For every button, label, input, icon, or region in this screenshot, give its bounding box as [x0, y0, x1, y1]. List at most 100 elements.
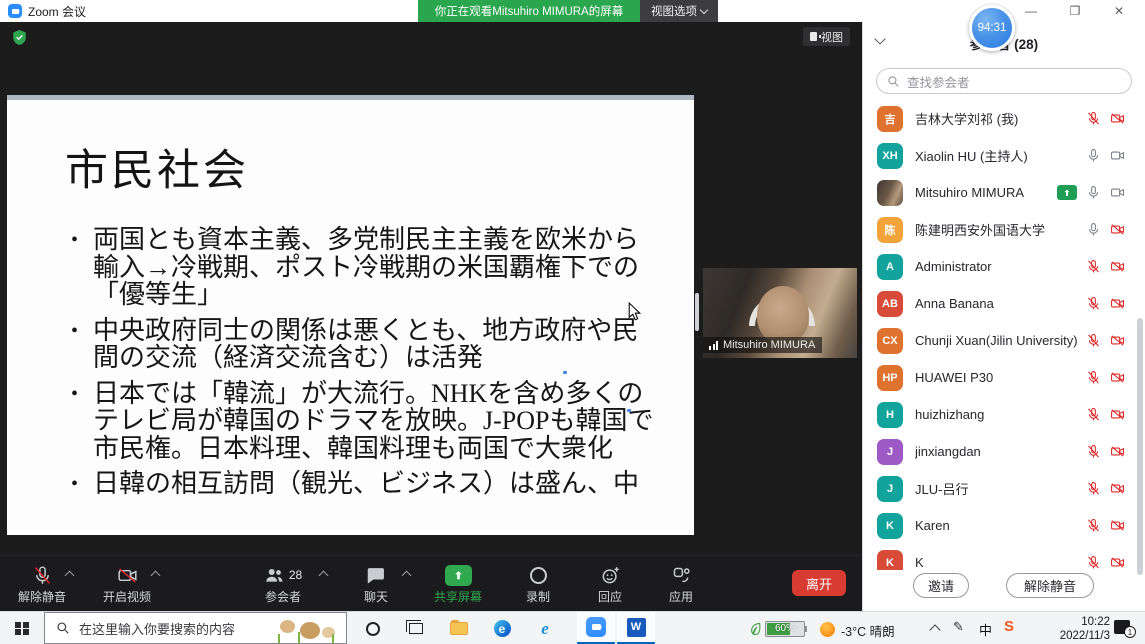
- ime-indicator[interactable]: 中: [979, 620, 992, 639]
- weather-icon: [820, 622, 835, 637]
- mic-icon[interactable]: [1086, 518, 1101, 533]
- action-center-button[interactable]: 1: [1114, 620, 1130, 634]
- mic-icon[interactable]: [1086, 296, 1101, 311]
- view-options-button[interactable]: 视图选项: [640, 0, 718, 22]
- record-button[interactable]: 录制: [526, 563, 550, 605]
- mic-icon[interactable]: [1086, 407, 1101, 422]
- participant-row[interactable]: J JLU-吕行: [863, 470, 1139, 507]
- mic-options-chevron[interactable]: [65, 571, 75, 581]
- battery-indicator[interactable]: 60%: [765, 621, 805, 637]
- participant-row[interactable]: 陈 陈建明西安外国语大学: [863, 211, 1139, 248]
- mic-icon[interactable]: [1086, 148, 1101, 163]
- minimize-button[interactable]: —: [1012, 0, 1050, 22]
- participant-row[interactable]: A Administrator: [863, 248, 1139, 285]
- start-button[interactable]: [0, 612, 44, 644]
- participant-row[interactable]: 吉 吉林大学刘祁 (我): [863, 100, 1139, 137]
- zoom-app-icon: [8, 4, 22, 18]
- internet-explorer-button[interactable]: e: [527, 612, 563, 644]
- camera-icon[interactable]: [1110, 370, 1125, 385]
- speaker-video-thumbnail[interactable]: Mitsuhiro MIMURA: [703, 268, 857, 358]
- camera-icon[interactable]: [1110, 407, 1125, 422]
- mic-icon[interactable]: [1086, 481, 1101, 496]
- participant-row[interactable]: AB Anna Banana: [863, 285, 1139, 322]
- close-button[interactable]: ✕: [1100, 0, 1138, 22]
- meeting-timer-badge[interactable]: 94:31: [969, 5, 1015, 51]
- share-screen-button[interactable]: 共享屏幕: [434, 563, 482, 605]
- camera-icon[interactable]: [1110, 296, 1125, 311]
- security-shield-icon[interactable]: [12, 29, 27, 46]
- participant-row[interactable]: CX Chunji Xuan(Jilin University): [863, 322, 1139, 359]
- pen-icon[interactable]: ✎: [953, 619, 964, 635]
- chat-options-chevron[interactable]: [402, 571, 412, 581]
- camera-icon[interactable]: [1110, 333, 1125, 348]
- avatar: CX: [877, 328, 903, 354]
- camera-icon[interactable]: [1110, 111, 1125, 126]
- slide-scrollbar[interactable]: [695, 293, 699, 331]
- invite-button[interactable]: 邀请: [913, 573, 969, 598]
- participant-row[interactable]: HP HUAWEI P30: [863, 359, 1139, 396]
- panel-scrollbar[interactable]: [1137, 318, 1143, 575]
- edge-button[interactable]: e: [484, 612, 520, 644]
- camera-icon[interactable]: [116, 565, 137, 586]
- weather-text[interactable]: -3°C 晴朗: [841, 621, 895, 640]
- taskbar-search-input[interactable]: 在这里输入你要搜索的内容: [44, 612, 347, 644]
- restore-button[interactable]: ❐: [1056, 0, 1094, 22]
- camera-icon[interactable]: [1110, 185, 1125, 200]
- participant-search-input[interactable]: 查找参会者: [876, 68, 1132, 94]
- apps-button[interactable]: 应用: [669, 563, 693, 605]
- video-name-label: Mitsuhiro MIMURA: [703, 337, 822, 353]
- mic-icon[interactable]: [1086, 370, 1101, 385]
- camera-icon[interactable]: [1110, 148, 1125, 163]
- mic-icon[interactable]: [1086, 222, 1101, 237]
- cortana-button[interactable]: [355, 612, 391, 644]
- participant-row[interactable]: Mitsuhiro MIMURA: [863, 174, 1139, 211]
- participant-row[interactable]: XH Xiaolin HU (主持人): [863, 137, 1139, 174]
- battery-percent: 60%: [766, 623, 804, 634]
- zoom-app-icon: [586, 617, 606, 637]
- participants-options-chevron[interactable]: [319, 571, 329, 581]
- task-view-button[interactable]: [398, 612, 434, 644]
- participants-icon: [264, 565, 285, 586]
- avatar: [877, 180, 903, 206]
- video-options-chevron[interactable]: [151, 571, 161, 581]
- avatar: 吉: [877, 106, 903, 132]
- mic-icon[interactable]: [1086, 444, 1101, 459]
- slide-top-strip: [7, 95, 694, 100]
- sogou-icon[interactable]: S: [1004, 618, 1014, 635]
- slide-bullet: 日本では「韓流」が大流行。NHKを含め多くのテレビ局が韓国のドラマを放映。J-P…: [71, 380, 655, 463]
- view-button[interactable]: 视图: [803, 27, 850, 46]
- camera-icon[interactable]: [1110, 444, 1125, 459]
- zoom-taskbar-button[interactable]: [577, 612, 615, 644]
- unmute-all-button[interactable]: 解除静音: [1006, 573, 1094, 598]
- participant-row[interactable]: J jinxiangdan: [863, 433, 1139, 470]
- mic-icon[interactable]: [1086, 185, 1101, 200]
- task-view-icon: [409, 623, 423, 634]
- mic-icon[interactable]: [1086, 555, 1101, 570]
- participant-row[interactable]: H huizhizhang: [863, 396, 1139, 433]
- tray-overflow-chevron[interactable]: [929, 624, 940, 635]
- camera-icon[interactable]: [1110, 259, 1125, 274]
- participant-row[interactable]: K Karen: [863, 507, 1139, 544]
- reactions-button[interactable]: 回应: [598, 563, 622, 605]
- mic-icon[interactable]: [1086, 333, 1101, 348]
- participants-button[interactable]: 28 参会者: [264, 563, 302, 605]
- camera-icon[interactable]: [1110, 518, 1125, 533]
- file-explorer-button[interactable]: [441, 612, 477, 644]
- mic-icon[interactable]: [1086, 111, 1101, 126]
- mic-icon[interactable]: [1086, 259, 1101, 274]
- participant-name: 陈建明西安外国语大学: [915, 220, 1086, 239]
- camera-icon[interactable]: [1110, 222, 1125, 237]
- speaker-face: [757, 286, 809, 344]
- mic-icon[interactable]: [31, 565, 52, 586]
- taskbar-clock[interactable]: 10:22 2022/11/3: [1032, 615, 1110, 644]
- leave-button[interactable]: 离开: [792, 570, 846, 596]
- camera-icon[interactable]: [1110, 555, 1125, 570]
- chat-button[interactable]: 聊天: [364, 563, 388, 605]
- participant-row[interactable]: K K: [863, 544, 1139, 570]
- participant-name: 吉林大学刘祁 (我): [915, 109, 1086, 128]
- unmute-button[interactable]: 解除静音: [18, 563, 66, 605]
- word-taskbar-button[interactable]: W: [617, 612, 655, 644]
- participant-name: K: [915, 555, 1086, 570]
- start-video-button[interactable]: 开启视频: [103, 563, 151, 605]
- camera-icon[interactable]: [1110, 481, 1125, 496]
